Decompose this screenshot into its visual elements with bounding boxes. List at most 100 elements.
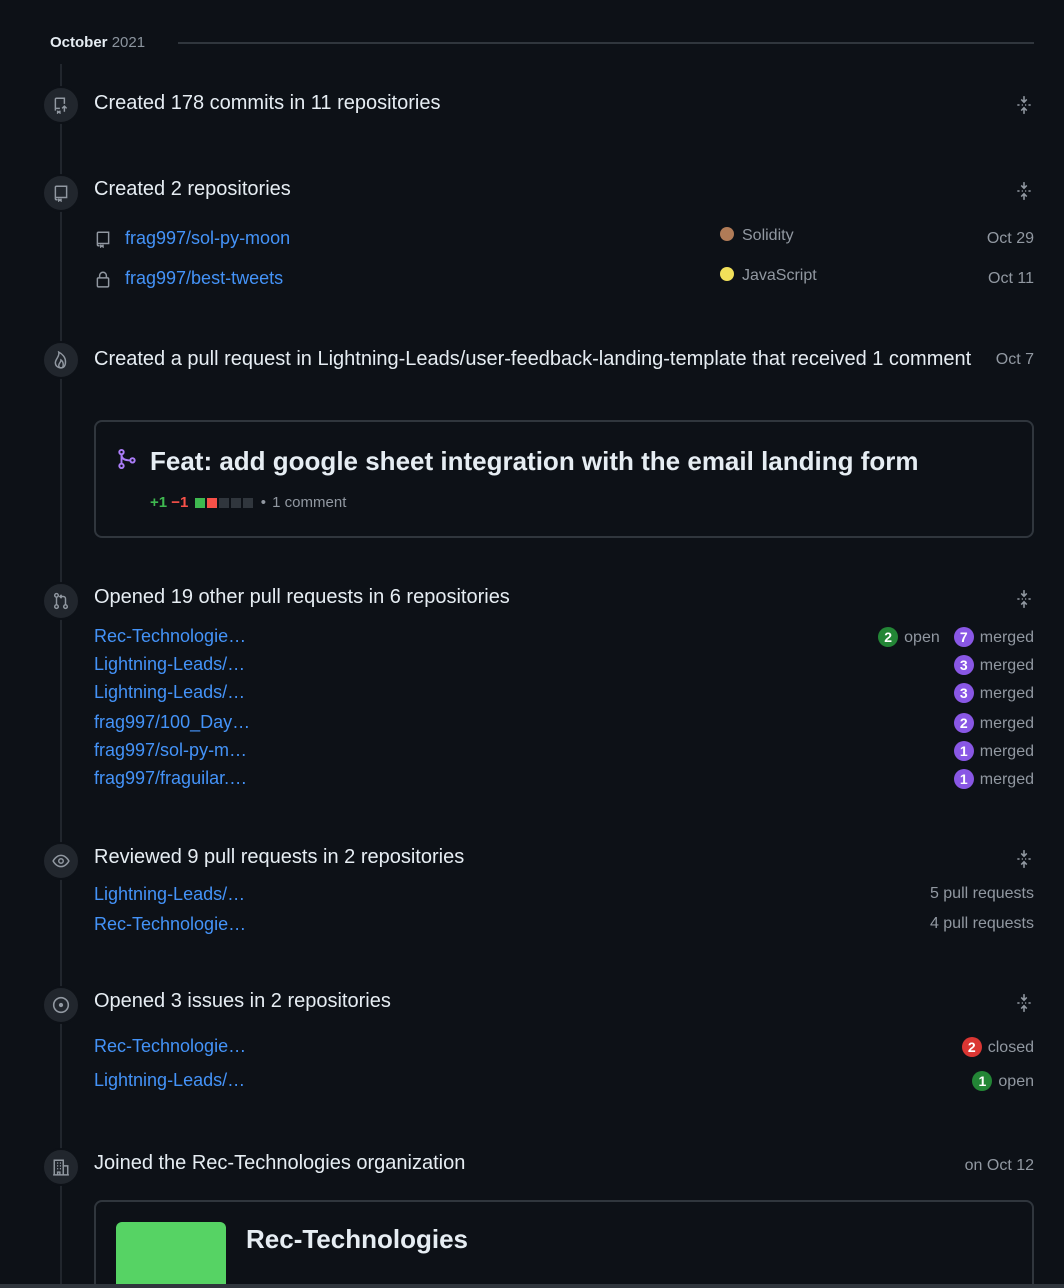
created-date: Oct 11 bbox=[988, 270, 1034, 287]
repo-link[interactable]: Lightning-Leads/… bbox=[94, 654, 245, 675]
list-item: frag997/sol-py-moon Solidity Oct 29 bbox=[94, 226, 1034, 252]
repo-icon bbox=[96, 231, 110, 248]
fold-icon[interactable] bbox=[1014, 180, 1034, 202]
list-item: Lightning-Leads/… 3 merged bbox=[94, 682, 1034, 706]
repo-link[interactable]: Lightning-Leads/… bbox=[94, 682, 245, 703]
pull-request-meta: +1 −1 • 1 comment bbox=[150, 494, 347, 511]
list-item: Lightning-Leads/… 3 merged bbox=[94, 654, 1034, 678]
repo-link[interactable]: Rec-Technologie… bbox=[94, 1036, 246, 1057]
open-count-badge: 1 bbox=[972, 1071, 993, 1091]
list-item: frag997/100_Day… 2 merged bbox=[94, 712, 1034, 736]
timeline-line bbox=[60, 64, 62, 1288]
merged-label: merged bbox=[979, 771, 1034, 788]
month-divider bbox=[178, 42, 1034, 44]
flame-icon bbox=[42, 341, 80, 379]
pr-status-counts: 1 merged bbox=[953, 769, 1034, 789]
commit-push-icon bbox=[42, 86, 80, 124]
merged-count-badge: 3 bbox=[953, 683, 974, 703]
fold-icon[interactable] bbox=[1014, 588, 1034, 610]
repo-link[interactable]: frag997/fraguilar.… bbox=[94, 768, 247, 789]
organization-icon bbox=[42, 1148, 80, 1186]
repos-summary: Created 2 repositories bbox=[94, 178, 291, 200]
page-bottom-edge bbox=[0, 1284, 1064, 1288]
repo-link[interactable]: Lightning-Leads/… bbox=[94, 884, 245, 905]
repo-link[interactable]: Rec-Technologie… bbox=[94, 914, 246, 935]
org-logo[interactable] bbox=[116, 1222, 226, 1288]
month-heading: October 2021 bbox=[50, 34, 145, 51]
language-name: JavaScript bbox=[742, 267, 817, 284]
repo-link[interactable]: frag997/sol-py-moon bbox=[125, 228, 290, 249]
pull-request-date: Oct 7 bbox=[995, 351, 1034, 368]
merged-count-badge: 3 bbox=[953, 655, 974, 675]
created-date: Oct 29 bbox=[986, 230, 1034, 247]
merged-count-badge: 2 bbox=[953, 713, 974, 733]
language-color-dot bbox=[720, 267, 734, 281]
repo-link[interactable]: frag997/sol-py-m… bbox=[94, 740, 247, 761]
fold-icon[interactable] bbox=[1014, 94, 1034, 116]
merged-label: merged bbox=[979, 743, 1034, 760]
repo-icon bbox=[42, 174, 80, 212]
fold-icon[interactable] bbox=[1014, 992, 1034, 1014]
fold-icon[interactable] bbox=[1014, 848, 1034, 870]
repo-link[interactable]: Lightning-Leads/… bbox=[94, 1070, 245, 1091]
list-item: Rec-Technologie… 2 closed bbox=[94, 1036, 1034, 1060]
review-count: 4 pull requests bbox=[929, 915, 1034, 932]
issue-opened-icon bbox=[42, 986, 80, 1024]
org-join-summary: Joined the Rec-Technologies organization bbox=[94, 1152, 466, 1174]
git-pull-request-icon bbox=[42, 582, 80, 620]
language-label: Solidity bbox=[720, 227, 794, 245]
open-count-badge: 2 bbox=[878, 627, 899, 647]
repo-link[interactable]: frag997/best-tweets bbox=[125, 268, 283, 289]
merged-label: merged bbox=[979, 629, 1034, 646]
merged-label: merged bbox=[979, 685, 1034, 702]
org-join-date: on Oct 12 bbox=[964, 1157, 1034, 1174]
list-item: frag997/fraguilar.… 1 merged bbox=[94, 768, 1034, 792]
organization-card[interactable]: Rec-Technologies bbox=[94, 1200, 1034, 1288]
closed-label: closed bbox=[987, 1039, 1034, 1056]
opened-prs-summary: Opened 19 other pull requests in 6 repos… bbox=[94, 586, 510, 608]
org-name-link[interactable]: Rec-Technologies bbox=[246, 1224, 468, 1255]
pr-status-counts: 3 merged bbox=[953, 655, 1034, 675]
language-label: JavaScript bbox=[720, 267, 817, 285]
list-item: frag997/best-tweets JavaScript Oct 11 bbox=[94, 266, 1034, 292]
list-item: frag997/sol-py-m… 1 merged bbox=[94, 740, 1034, 764]
issue-status-count: 1 open bbox=[972, 1071, 1034, 1091]
month-name: October bbox=[50, 34, 108, 51]
pr-status-counts: 2 merged bbox=[953, 713, 1034, 733]
pr-status-counts: 3 merged bbox=[953, 683, 1034, 703]
list-item: Rec-Technologie… 2 open 7 merged bbox=[94, 626, 1034, 650]
merged-count-badge: 1 bbox=[953, 741, 974, 761]
pull-request-summary: Created a pull request in Lightning-Lead… bbox=[94, 348, 972, 370]
month-year: 2021 bbox=[111, 34, 146, 51]
review-count: 5 pull requests bbox=[929, 885, 1034, 902]
open-label: open bbox=[904, 629, 940, 646]
open-label: open bbox=[998, 1073, 1034, 1090]
deletions-count: −1 bbox=[171, 494, 189, 511]
diffstat-bar bbox=[194, 494, 259, 511]
pr-status-counts: 1 merged bbox=[953, 741, 1034, 761]
contribution-activity: October 2021 Created 178 commits in 11 r… bbox=[0, 0, 1064, 1288]
lock-icon bbox=[96, 271, 110, 288]
pull-request-title-link[interactable]: Feat: add google sheet integration with … bbox=[150, 446, 919, 477]
repo-link[interactable]: frag997/100_Day… bbox=[94, 712, 250, 733]
issue-status-count: 2 closed bbox=[961, 1037, 1034, 1057]
issues-summary: Opened 3 issues in 2 repositories bbox=[94, 990, 391, 1012]
closed-count-badge: 2 bbox=[961, 1037, 982, 1057]
list-item: Lightning-Leads/… 1 open bbox=[94, 1070, 1034, 1094]
repo-link[interactable]: Rec-Technologie… bbox=[94, 626, 246, 647]
pull-request-card[interactable]: Feat: add google sheet integration with … bbox=[94, 420, 1034, 538]
language-name: Solidity bbox=[742, 227, 794, 244]
merged-count-badge: 1 bbox=[953, 769, 974, 789]
commits-summary: Created 178 commits in 11 repositories bbox=[94, 92, 441, 114]
eye-icon bbox=[42, 842, 80, 880]
merged-count-badge: 7 bbox=[953, 627, 974, 647]
merged-label: merged bbox=[979, 715, 1034, 732]
comment-count: 1 comment bbox=[272, 494, 347, 511]
list-item: Rec-Technologie… 4 pull requests bbox=[94, 914, 1034, 938]
merged-label: merged bbox=[979, 657, 1034, 674]
list-item: Lightning-Leads/… 5 pull requests bbox=[94, 884, 1034, 908]
reviews-summary: Reviewed 9 pull requests in 2 repositori… bbox=[94, 846, 465, 868]
additions-count: +1 bbox=[150, 494, 168, 511]
language-color-dot bbox=[720, 227, 734, 241]
pr-status-counts: 2 open 7 merged bbox=[878, 627, 1034, 647]
